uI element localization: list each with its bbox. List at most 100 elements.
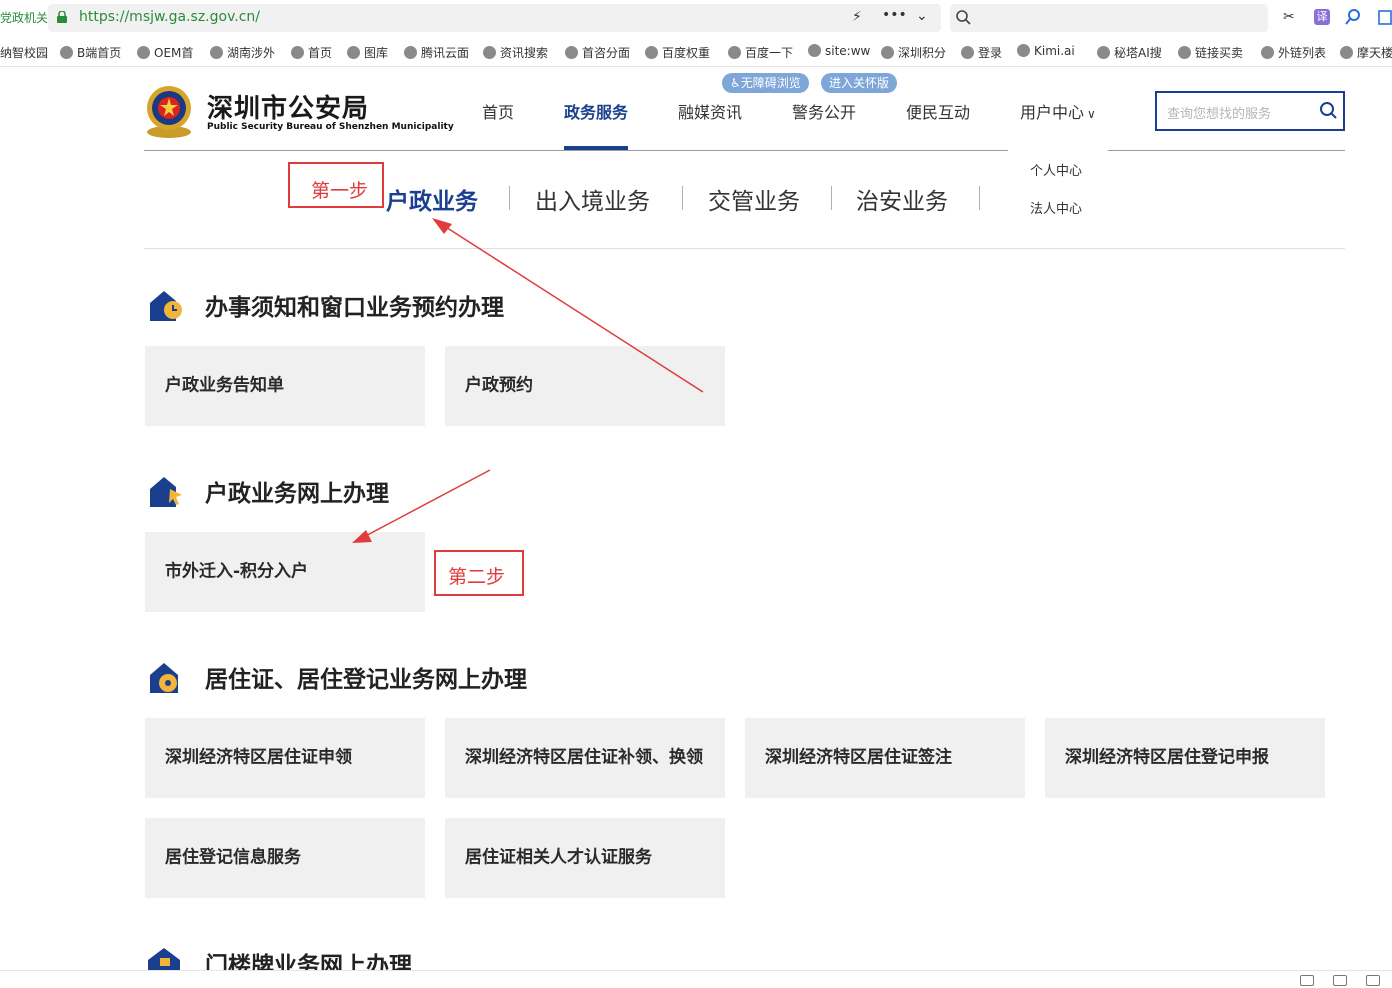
bookmark-label: B端首页 <box>77 46 122 60</box>
nav-home[interactable]: 首页 <box>482 99 514 123</box>
service-card[interactable]: 市外迁入-积分入户 <box>145 532 425 612</box>
status-icon[interactable] <box>1300 975 1314 986</box>
tab-separator <box>979 186 980 210</box>
bookmark-favicon-icon <box>291 46 304 59</box>
tab-traffic[interactable]: 交管业务 <box>708 182 800 216</box>
lightning-icon[interactable]: ⚡ <box>852 9 862 25</box>
bookmark-item[interactable]: 首页 <box>291 44 332 61</box>
card-label: 深圳经济特区居住证补领、换领 <box>465 747 703 768</box>
tab-separator <box>509 186 510 210</box>
nav-gov-services[interactable]: 政务服务 <box>564 99 628 123</box>
site-search-input[interactable]: 查询您想找的服务 <box>1167 103 1271 122</box>
residence-permit-icon <box>150 663 178 693</box>
nav-police-disclosure[interactable]: 警务公开 <box>792 99 856 123</box>
site-title: 深圳市公安局 <box>207 94 370 124</box>
nav-user-center[interactable]: 用户中心 ∨ <box>1020 99 1096 123</box>
service-card[interactable]: 深圳经济特区居住登记申报 <box>1045 718 1325 798</box>
service-card[interactable]: 深圳经济特区居住证签注 <box>745 718 1025 798</box>
bookmark-favicon-icon <box>1178 46 1191 59</box>
bookmark-item[interactable]: 资讯搜索 <box>483 44 548 61</box>
bookmark-item[interactable]: 登录 <box>961 44 1002 61</box>
accessibility-button[interactable]: ♿无障碍浏览 <box>722 73 809 93</box>
bookmark-item[interactable]: 深圳积分 <box>881 44 946 61</box>
bookmark-favicon-icon <box>728 46 741 59</box>
care-mode-button[interactable]: 进入关怀版 <box>821 73 898 93</box>
bookmark-favicon-icon <box>137 46 150 59</box>
site-type-tag: 党政机关 <box>0 11 49 25</box>
section-title: 居住证、居住登记业务网上办理 <box>205 667 527 693</box>
bookmark-item[interactable]: 外链列表 <box>1261 44 1326 61</box>
bookmark-item[interactable]: 湖南涉外 <box>210 44 275 61</box>
service-card[interactable]: 深圳经济特区居住证补领、换领 <box>445 718 725 798</box>
bookmark-label: 登录 <box>978 46 1003 60</box>
bookmark-item[interactable]: 秘塔AI搜 <box>1097 44 1162 61</box>
scissors-icon[interactable]: ✂ <box>1283 9 1295 25</box>
bookmark-label: 百度一下 <box>745 46 794 60</box>
status-icon[interactable] <box>1333 975 1347 986</box>
url-text[interactable]: https://msjw.ga.sz.gov.cn/ <box>79 9 260 25</box>
bookmark-icon[interactable] <box>1378 9 1392 25</box>
bookmark-label: 首咨分面 <box>582 46 631 60</box>
nav-media-news[interactable]: 融媒资讯 <box>678 99 742 123</box>
bookmark-label: 百度权重 <box>662 46 711 60</box>
bookmark-item[interactable]: 图库 <box>347 44 388 61</box>
more-icon[interactable]: ••• <box>882 7 907 23</box>
bookmark-item[interactable]: OEM首 <box>137 44 193 61</box>
zoom-icon[interactable] <box>1345 9 1361 25</box>
bookmark-favicon-icon <box>1097 46 1110 59</box>
card-label: 户政预约 <box>465 375 533 396</box>
bookmark-item[interactable]: 腾讯云面 <box>404 44 469 61</box>
header-divider <box>1108 150 1345 151</box>
bookmark-label: 首页 <box>308 46 333 60</box>
bookmark-item[interactable]: 摩天楼 <box>1340 44 1392 61</box>
service-card[interactable]: 居住证相关人才认证服务 <box>445 818 725 898</box>
bookmark-item[interactable]: 纳智校园 <box>0 44 48 61</box>
bookmark-item[interactable]: Kimi.ai <box>1017 44 1075 58</box>
tab-public-security[interactable]: 治安业务 <box>856 182 948 216</box>
bookmark-favicon-icon <box>60 46 73 59</box>
bookmark-item[interactable]: 首咨分面 <box>565 44 630 61</box>
section-title: 户政业务网上办理 <box>205 481 389 507</box>
card-label: 居住证相关人才认证服务 <box>465 847 652 868</box>
menu-item-corporate-center[interactable]: 法人中心 <box>1030 198 1082 217</box>
chevron-down-icon[interactable]: ⌄ <box>916 8 928 24</box>
search-icon[interactable] <box>1319 101 1337 119</box>
bookmark-favicon-icon <box>1017 44 1030 57</box>
menu-item-personal-center[interactable]: 个人中心 <box>1030 160 1082 179</box>
bookmark-favicon-icon <box>881 46 894 59</box>
service-card[interactable]: 居住登记信息服务 <box>145 818 425 898</box>
service-card[interactable]: 户政业务告知单 <box>145 346 425 426</box>
tab-separator <box>831 186 832 210</box>
bookmark-favicon-icon <box>483 46 496 59</box>
bookmark-item[interactable]: 百度一下 <box>728 44 793 61</box>
section-title: 办事须知和窗口业务预约办理 <box>205 295 504 321</box>
bookmark-favicon-icon <box>404 46 417 59</box>
status-icon[interactable] <box>1366 975 1380 986</box>
bookmark-label: 摩天楼 <box>1357 46 1392 60</box>
service-card[interactable]: 深圳经济特区居住证申领 <box>145 718 425 798</box>
bookmark-favicon-icon <box>1261 46 1274 59</box>
annotation-step2-label: 第二步 <box>448 566 506 588</box>
service-card[interactable]: 户政预约 <box>445 346 725 426</box>
card-label: 户政业务告知单 <box>165 375 284 396</box>
bookmark-item[interactable]: B端首页 <box>60 44 121 61</box>
tab-household-registration[interactable]: 户政业务 <box>386 182 478 216</box>
card-label: 深圳经济特区居住证签注 <box>765 747 952 768</box>
nav-public-interaction[interactable]: 便民互动 <box>906 99 970 123</box>
bookmark-label: 湖南涉外 <box>227 46 276 60</box>
bookmark-label: 链接买卖 <box>1195 46 1244 60</box>
card-label: 深圳经济特区居住登记申报 <box>1065 747 1269 768</box>
bookmark-favicon-icon <box>565 46 578 59</box>
tab-exit-entry[interactable]: 出入境业务 <box>535 182 650 216</box>
bookmark-label: 腾讯云面 <box>421 46 470 60</box>
search-icon[interactable] <box>956 10 971 25</box>
bookmark-label: 深圳积分 <box>898 46 947 60</box>
bookmark-item[interactable]: 链接买卖 <box>1178 44 1243 61</box>
browser-search-box[interactable] <box>950 4 1268 32</box>
site-subtitle: Public Security Bureau of Shenzhen Munic… <box>207 122 454 132</box>
card-label: 深圳经济特区居住证申领 <box>165 747 352 768</box>
police-emblem-logo <box>147 86 191 138</box>
bookmark-item[interactable]: site:ww <box>808 44 870 58</box>
translate-icon[interactable]: 译 <box>1314 9 1330 25</box>
bookmark-item[interactable]: 百度权重 <box>645 44 710 61</box>
